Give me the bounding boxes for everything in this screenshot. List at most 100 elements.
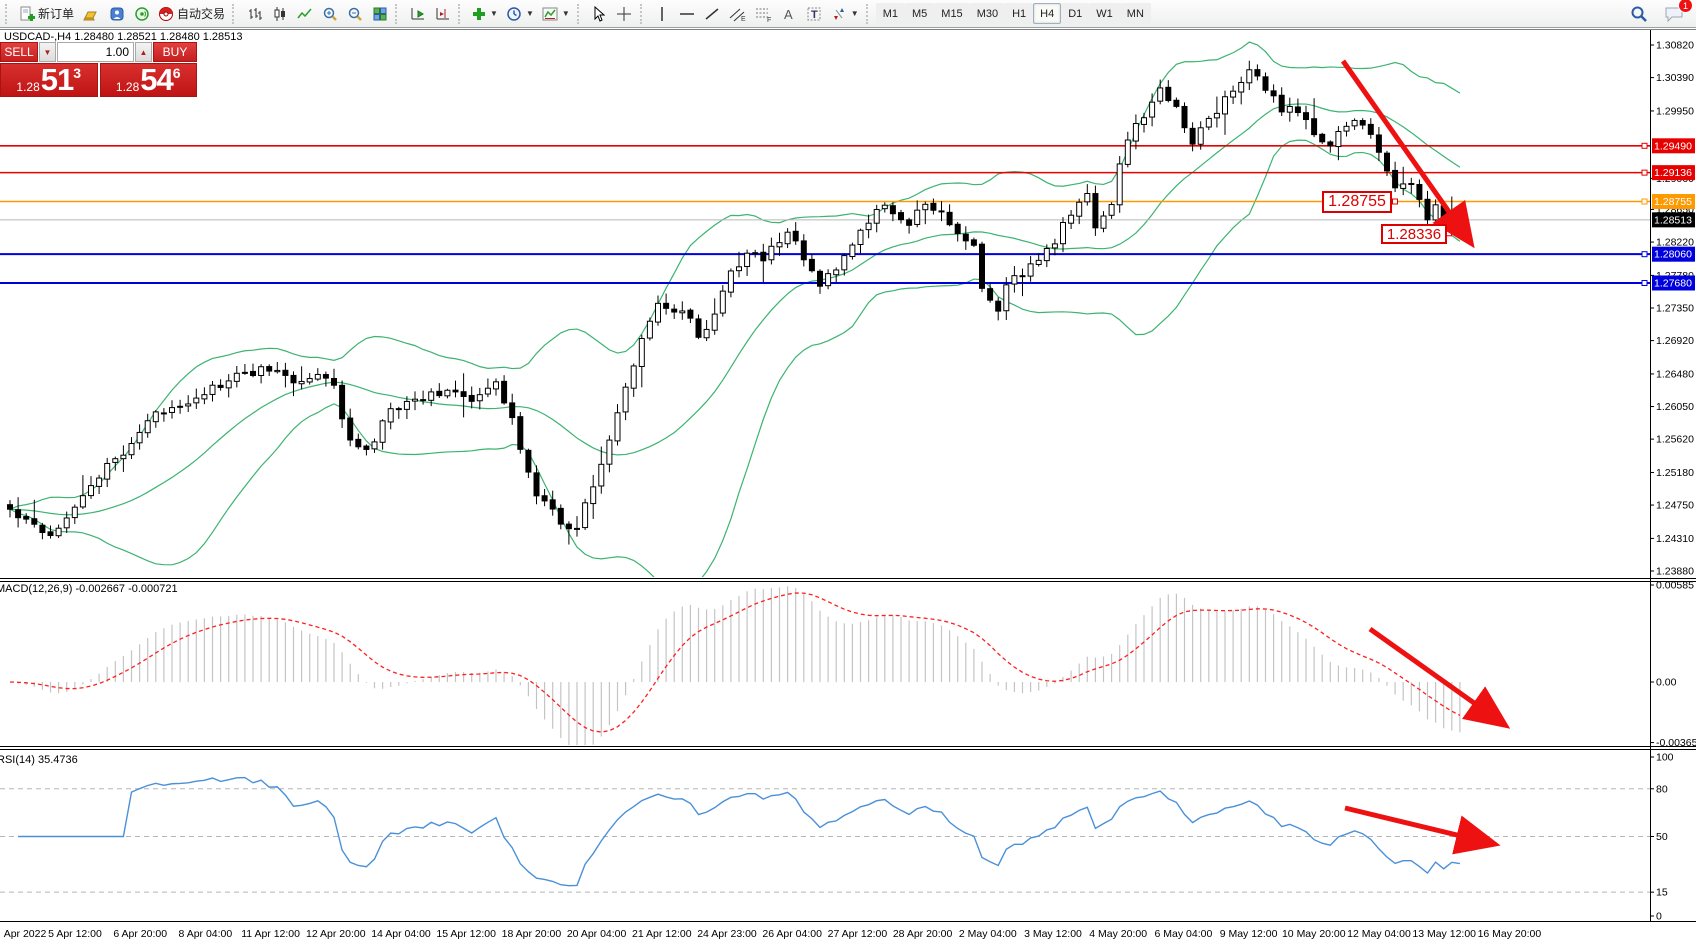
toolbar-grip	[232, 4, 239, 24]
timeframe-m5[interactable]: M5	[905, 3, 934, 24]
search-button[interactable]	[1626, 2, 1652, 25]
volume-decrease-button[interactable]: ▼	[39, 42, 56, 62]
trendline-button[interactable]	[700, 2, 725, 25]
indicators-plus-icon	[472, 7, 486, 21]
svg-text:3 May 12:00: 3 May 12:00	[1024, 928, 1082, 940]
level-handle[interactable]	[1642, 280, 1647, 285]
line-chart-button[interactable]	[292, 2, 317, 25]
notifications-button[interactable]: 1	[1660, 2, 1688, 25]
svg-text:13 May 12:00: 13 May 12:00	[1412, 928, 1476, 940]
svg-text:9 May 12:00: 9 May 12:00	[1220, 928, 1278, 940]
cursor-button[interactable]	[587, 2, 612, 25]
buy-price-display[interactable]: 1.28 54 6	[100, 63, 198, 97]
annotation-handle[interactable]	[1393, 199, 1398, 204]
sell-price-display[interactable]: 1.28 51 3	[0, 63, 98, 97]
auto-scroll-button[interactable]	[405, 2, 430, 25]
svg-text:1.29490: 1.29490	[1654, 140, 1692, 152]
notification-badge: 1	[1678, 0, 1693, 13]
text-button[interactable]: A	[777, 2, 802, 25]
equidistant-channel-button[interactable]: E	[725, 2, 751, 25]
fibonacci-button[interactable]: F	[751, 2, 777, 25]
templates-button[interactable]: ▼	[538, 2, 574, 25]
volume-input[interactable]	[57, 42, 134, 62]
crosshair-button[interactable]	[612, 2, 637, 25]
text-label-button[interactable]: T	[802, 2, 827, 25]
timeframe-m15[interactable]: M15	[934, 3, 969, 24]
svg-text:E: E	[741, 16, 746, 22]
svg-text:0.00585: 0.00585	[1656, 580, 1694, 592]
svg-text:20 Apr 04:00: 20 Apr 04:00	[567, 928, 627, 940]
indicators-button[interactable]: ▼	[468, 2, 502, 25]
svg-text:1.26920: 1.26920	[1656, 335, 1694, 347]
svg-text:80: 80	[1656, 783, 1668, 795]
zoom-out-button[interactable]	[342, 2, 367, 25]
timeframe-m30[interactable]: M30	[970, 3, 1005, 24]
horizontal-level-lines[interactable]	[0, 143, 1650, 285]
timeframe-mn[interactable]: MN	[1120, 3, 1151, 24]
pane-borders	[0, 30, 1696, 922]
rsi-indicator	[0, 778, 1650, 893]
timeframe-w1[interactable]: W1	[1089, 3, 1120, 24]
candles-layer[interactable]	[8, 61, 1463, 545]
chart-window: 1.308201.303901.299501.290601.286501.282…	[0, 0, 1696, 942]
new-order-label: 新订单	[38, 5, 74, 22]
zoom-in-button[interactable]	[317, 2, 342, 25]
price-chart-canvas[interactable]: 1.308201.303901.299501.290601.286501.282…	[0, 0, 1696, 942]
auto-scroll-icon	[410, 6, 426, 22]
buy-price-pip: 6	[173, 67, 181, 79]
buy-button[interactable]: BUY	[153, 42, 197, 62]
sell-button[interactable]: SELL	[0, 42, 38, 62]
timeframe-h1[interactable]: H1	[1005, 3, 1033, 24]
dropdown-caret: ▼	[526, 9, 534, 18]
text-label-icon: T	[806, 6, 822, 22]
volume-increase-button[interactable]: ▲	[135, 42, 152, 62]
svg-text:2 May 04:00: 2 May 04:00	[959, 928, 1017, 940]
trend-arrows[interactable]	[1343, 61, 1498, 842]
autotrading-label: 自动交易	[177, 5, 225, 22]
svg-text:100: 100	[1656, 752, 1674, 764]
svg-text:1.24750: 1.24750	[1656, 500, 1694, 512]
zoom-out-icon	[347, 6, 363, 22]
level-handle[interactable]	[1642, 199, 1647, 204]
autotrading-button[interactable]: 自动交易	[154, 2, 229, 25]
timeframe-m1[interactable]: M1	[876, 3, 905, 24]
svg-text:T: T	[811, 9, 818, 21]
level-handle[interactable]	[1642, 143, 1647, 148]
template-icon	[542, 6, 558, 22]
gold-button[interactable]	[78, 2, 104, 25]
bollinger-bands	[10, 42, 1460, 593]
svg-text:0.00: 0.00	[1656, 677, 1677, 689]
price-annotation-128336[interactable]: 1.28336	[1381, 224, 1447, 244]
level-handle[interactable]	[1642, 252, 1647, 257]
messenger-button[interactable]	[104, 2, 129, 25]
date-axis: Apr 20225 Apr 12:006 Apr 20:008 Apr 04:0…	[4, 928, 1542, 940]
timeframe-h4[interactable]: H4	[1033, 3, 1061, 24]
equidistant-channel-icon: E	[729, 6, 747, 22]
chart-shift-button[interactable]	[430, 2, 455, 25]
chart-shift-icon	[435, 6, 451, 22]
horizontal-line-button[interactable]	[675, 2, 700, 25]
price-annotation-128755[interactable]: 1.28755	[1322, 191, 1392, 213]
autotrading-icon	[158, 6, 174, 22]
level-handle[interactable]	[1642, 170, 1647, 175]
candlestick-chart-button[interactable]	[267, 2, 292, 25]
timeframe-d1[interactable]: D1	[1061, 3, 1089, 24]
trendline-icon	[704, 6, 720, 22]
dropdown-caret: ▼	[490, 9, 498, 18]
vertical-line-button[interactable]	[650, 2, 675, 25]
toolbar-grip	[866, 4, 873, 24]
annotation-handle[interactable]	[1447, 231, 1452, 236]
toolbar-grip	[458, 4, 465, 24]
svg-text:15 Apr 12:00: 15 Apr 12:00	[436, 928, 496, 940]
bar-chart-button[interactable]	[242, 2, 267, 25]
tile-windows-button[interactable]	[367, 2, 392, 25]
svg-text:24 Apr 23:00: 24 Apr 23:00	[697, 928, 757, 940]
price-display-row: 1.28 51 3 1.28 54 6	[0, 63, 197, 97]
arrow-objects-button[interactable]: ▼	[827, 2, 863, 25]
signal-button[interactable]	[129, 2, 154, 25]
toolbar-grip	[5, 4, 12, 24]
price-badges: 1.294901.291361.287551.280601.276801.285…	[1652, 138, 1695, 290]
new-order-button[interactable]: 新订单	[15, 2, 78, 25]
periods-button[interactable]: ▼	[502, 2, 538, 25]
toolbar-grip	[577, 4, 584, 24]
